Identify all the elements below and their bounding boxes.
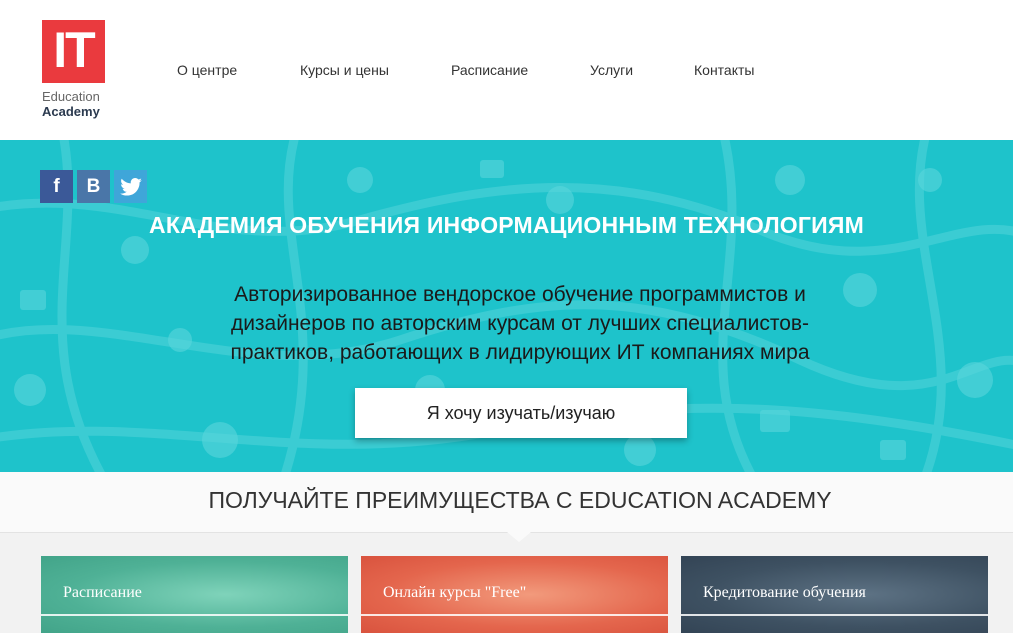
twitter-icon[interactable] <box>114 170 147 203</box>
site-header: IT Education Academy О центре Курсы и це… <box>0 0 1013 140</box>
twitter-bird-icon <box>119 177 142 196</box>
hero-banner: f B АКАДЕМИЯ ОБУЧЕНИЯ ИНФОРМАЦИОННЫМ ТЕХ… <box>0 140 1013 472</box>
hero-subtitle: Авторизированное вендорское обучение про… <box>230 283 810 364</box>
logo[interactable]: IT Education Academy <box>42 20 108 119</box>
social-links: f B <box>40 170 147 203</box>
card-credit[interactable]: Кредитование обучения <box>681 556 988 633</box>
card-credit-label: Кредитование обучения <box>703 584 866 601</box>
card-divider <box>681 614 988 616</box>
vk-icon[interactable]: B <box>77 170 110 203</box>
benefits-band: ПОЛУЧАЙТЕ ПРЕИМУЩЕСТВА С EDUCATION ACADE… <box>0 472 1013 533</box>
logo-mark: IT <box>42 20 105 83</box>
logo-text-education: Education <box>42 89 100 104</box>
learn-cta-button[interactable]: Я хочу изучать/изучаю <box>355 388 687 438</box>
card-divider <box>41 614 348 616</box>
nav-item-courses[interactable]: Курсы и цены <box>300 62 389 78</box>
card-schedule[interactable]: Расписание <box>41 556 348 633</box>
benefits-title: ПОЛУЧАЙТЕ ПРЕИМУЩЕСТВА С EDUCATION ACADE… <box>208 487 832 513</box>
card-online-courses-label: Онлайн курсы "Free" <box>383 584 527 601</box>
nav-item-schedule[interactable]: Расписание <box>451 62 528 78</box>
nav-item-about[interactable]: О центре <box>177 62 237 78</box>
nav-item-services[interactable]: Услуги <box>590 62 633 78</box>
logo-text-academy: Academy <box>42 104 100 119</box>
hero-title: АКАДЕМИЯ ОБУЧЕНИЯ ИНФОРМАЦИОННЫМ ТЕХНОЛО… <box>149 212 864 238</box>
facebook-icon[interactable]: f <box>40 170 73 203</box>
nav-item-contacts[interactable]: Контакты <box>694 62 754 78</box>
benefits-arrow <box>507 532 531 542</box>
card-schedule-label: Расписание <box>63 584 142 601</box>
card-divider <box>361 614 668 616</box>
card-online-courses[interactable]: Онлайн курсы "Free" <box>361 556 668 633</box>
